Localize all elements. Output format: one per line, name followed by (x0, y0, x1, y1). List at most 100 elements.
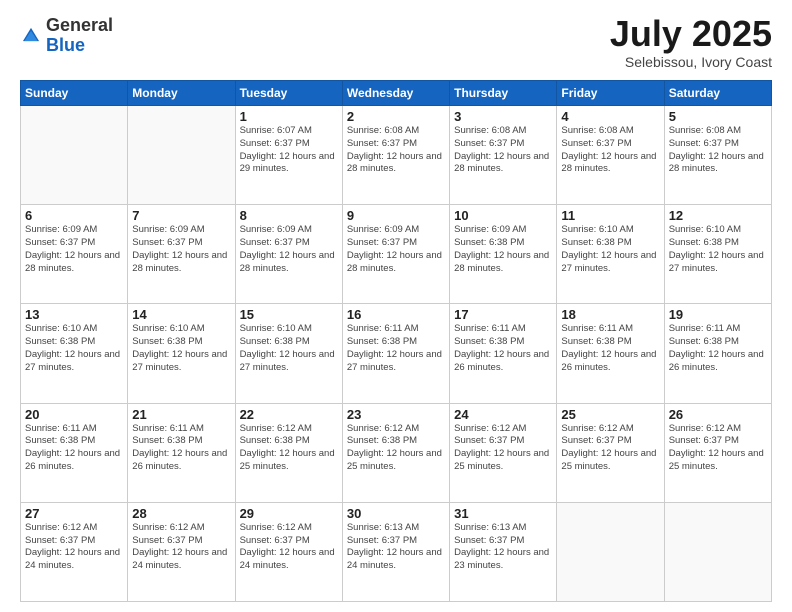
calendar-cell (128, 106, 235, 205)
calendar-cell: 15Sunrise: 6:10 AM Sunset: 6:38 PM Dayli… (235, 304, 342, 403)
day-info: Sunrise: 6:13 AM Sunset: 6:37 PM Dayligh… (347, 522, 445, 573)
day-info: Sunrise: 6:08 AM Sunset: 6:37 PM Dayligh… (454, 125, 552, 176)
day-number: 13 (25, 307, 123, 322)
day-header-tuesday: Tuesday (235, 81, 342, 106)
title-block: July 2025 Selebissou, Ivory Coast (610, 16, 772, 70)
header: General Blue July 2025 Selebissou, Ivory… (20, 16, 772, 70)
day-number: 27 (25, 506, 123, 521)
day-number: 2 (347, 109, 445, 124)
day-header-thursday: Thursday (450, 81, 557, 106)
logo-blue: Blue (46, 35, 85, 55)
calendar-cell: 16Sunrise: 6:11 AM Sunset: 6:38 PM Dayli… (342, 304, 449, 403)
day-number: 4 (561, 109, 659, 124)
day-info: Sunrise: 6:12 AM Sunset: 6:38 PM Dayligh… (240, 423, 338, 474)
day-number: 10 (454, 208, 552, 223)
day-info: Sunrise: 6:09 AM Sunset: 6:37 PM Dayligh… (132, 224, 230, 275)
day-number: 23 (347, 407, 445, 422)
logo-general: General (46, 15, 113, 35)
day-info: Sunrise: 6:09 AM Sunset: 6:37 PM Dayligh… (25, 224, 123, 275)
day-info: Sunrise: 6:08 AM Sunset: 6:37 PM Dayligh… (561, 125, 659, 176)
day-info: Sunrise: 6:12 AM Sunset: 6:37 PM Dayligh… (454, 423, 552, 474)
calendar-cell: 17Sunrise: 6:11 AM Sunset: 6:38 PM Dayli… (450, 304, 557, 403)
day-number: 17 (454, 307, 552, 322)
calendar-cell: 4Sunrise: 6:08 AM Sunset: 6:37 PM Daylig… (557, 106, 664, 205)
day-info: Sunrise: 6:11 AM Sunset: 6:38 PM Dayligh… (132, 423, 230, 474)
day-info: Sunrise: 6:11 AM Sunset: 6:38 PM Dayligh… (669, 323, 767, 374)
day-info: Sunrise: 6:09 AM Sunset: 6:38 PM Dayligh… (454, 224, 552, 275)
day-header-friday: Friday (557, 81, 664, 106)
day-number: 21 (132, 407, 230, 422)
day-info: Sunrise: 6:08 AM Sunset: 6:37 PM Dayligh… (669, 125, 767, 176)
calendar-cell: 5Sunrise: 6:08 AM Sunset: 6:37 PM Daylig… (664, 106, 771, 205)
day-number: 19 (669, 307, 767, 322)
calendar-cell: 1Sunrise: 6:07 AM Sunset: 6:37 PM Daylig… (235, 106, 342, 205)
calendar-cell: 24Sunrise: 6:12 AM Sunset: 6:37 PM Dayli… (450, 403, 557, 502)
calendar-cell (664, 502, 771, 601)
day-number: 3 (454, 109, 552, 124)
calendar-cell: 21Sunrise: 6:11 AM Sunset: 6:38 PM Dayli… (128, 403, 235, 502)
day-info: Sunrise: 6:09 AM Sunset: 6:37 PM Dayligh… (347, 224, 445, 275)
day-info: Sunrise: 6:11 AM Sunset: 6:38 PM Dayligh… (561, 323, 659, 374)
calendar-cell: 31Sunrise: 6:13 AM Sunset: 6:37 PM Dayli… (450, 502, 557, 601)
calendar-cell: 22Sunrise: 6:12 AM Sunset: 6:38 PM Dayli… (235, 403, 342, 502)
day-info: Sunrise: 6:10 AM Sunset: 6:38 PM Dayligh… (132, 323, 230, 374)
day-info: Sunrise: 6:10 AM Sunset: 6:38 PM Dayligh… (669, 224, 767, 275)
month-title: July 2025 (610, 16, 772, 52)
calendar-cell: 10Sunrise: 6:09 AM Sunset: 6:38 PM Dayli… (450, 205, 557, 304)
day-number: 22 (240, 407, 338, 422)
calendar-cell: 8Sunrise: 6:09 AM Sunset: 6:37 PM Daylig… (235, 205, 342, 304)
calendar-header-row: SundayMondayTuesdayWednesdayThursdayFrid… (21, 81, 772, 106)
location: Selebissou, Ivory Coast (610, 54, 772, 70)
calendar-cell: 30Sunrise: 6:13 AM Sunset: 6:37 PM Dayli… (342, 502, 449, 601)
day-number: 11 (561, 208, 659, 223)
calendar-table: SundayMondayTuesdayWednesdayThursdayFrid… (20, 80, 772, 602)
day-number: 29 (240, 506, 338, 521)
logo-text: General Blue (46, 16, 113, 56)
calendar-cell: 6Sunrise: 6:09 AM Sunset: 6:37 PM Daylig… (21, 205, 128, 304)
calendar-cell: 13Sunrise: 6:10 AM Sunset: 6:38 PM Dayli… (21, 304, 128, 403)
day-number: 31 (454, 506, 552, 521)
calendar-week-2: 6Sunrise: 6:09 AM Sunset: 6:37 PM Daylig… (21, 205, 772, 304)
day-number: 14 (132, 307, 230, 322)
day-header-monday: Monday (128, 81, 235, 106)
page: General Blue July 2025 Selebissou, Ivory… (0, 0, 792, 612)
day-info: Sunrise: 6:12 AM Sunset: 6:38 PM Dayligh… (347, 423, 445, 474)
day-info: Sunrise: 6:11 AM Sunset: 6:38 PM Dayligh… (347, 323, 445, 374)
day-number: 7 (132, 208, 230, 223)
day-info: Sunrise: 6:08 AM Sunset: 6:37 PM Dayligh… (347, 125, 445, 176)
day-info: Sunrise: 6:12 AM Sunset: 6:37 PM Dayligh… (132, 522, 230, 573)
day-info: Sunrise: 6:11 AM Sunset: 6:38 PM Dayligh… (25, 423, 123, 474)
calendar-cell: 7Sunrise: 6:09 AM Sunset: 6:37 PM Daylig… (128, 205, 235, 304)
day-info: Sunrise: 6:10 AM Sunset: 6:38 PM Dayligh… (240, 323, 338, 374)
calendar-cell: 18Sunrise: 6:11 AM Sunset: 6:38 PM Dayli… (557, 304, 664, 403)
day-info: Sunrise: 6:10 AM Sunset: 6:38 PM Dayligh… (561, 224, 659, 275)
day-number: 8 (240, 208, 338, 223)
calendar-cell: 9Sunrise: 6:09 AM Sunset: 6:37 PM Daylig… (342, 205, 449, 304)
logo-icon (20, 25, 42, 47)
day-number: 12 (669, 208, 767, 223)
day-info: Sunrise: 6:13 AM Sunset: 6:37 PM Dayligh… (454, 522, 552, 573)
calendar-cell: 26Sunrise: 6:12 AM Sunset: 6:37 PM Dayli… (664, 403, 771, 502)
calendar-cell: 2Sunrise: 6:08 AM Sunset: 6:37 PM Daylig… (342, 106, 449, 205)
day-info: Sunrise: 6:11 AM Sunset: 6:38 PM Dayligh… (454, 323, 552, 374)
day-number: 1 (240, 109, 338, 124)
day-header-wednesday: Wednesday (342, 81, 449, 106)
day-info: Sunrise: 6:07 AM Sunset: 6:37 PM Dayligh… (240, 125, 338, 176)
day-number: 30 (347, 506, 445, 521)
calendar-cell: 12Sunrise: 6:10 AM Sunset: 6:38 PM Dayli… (664, 205, 771, 304)
day-info: Sunrise: 6:10 AM Sunset: 6:38 PM Dayligh… (25, 323, 123, 374)
day-number: 5 (669, 109, 767, 124)
calendar-cell: 29Sunrise: 6:12 AM Sunset: 6:37 PM Dayli… (235, 502, 342, 601)
calendar-week-3: 13Sunrise: 6:10 AM Sunset: 6:38 PM Dayli… (21, 304, 772, 403)
day-number: 28 (132, 506, 230, 521)
day-number: 16 (347, 307, 445, 322)
day-number: 6 (25, 208, 123, 223)
day-number: 24 (454, 407, 552, 422)
calendar-week-4: 20Sunrise: 6:11 AM Sunset: 6:38 PM Dayli… (21, 403, 772, 502)
day-number: 18 (561, 307, 659, 322)
day-info: Sunrise: 6:12 AM Sunset: 6:37 PM Dayligh… (25, 522, 123, 573)
day-number: 20 (25, 407, 123, 422)
calendar-cell: 20Sunrise: 6:11 AM Sunset: 6:38 PM Dayli… (21, 403, 128, 502)
day-header-saturday: Saturday (664, 81, 771, 106)
calendar-cell: 23Sunrise: 6:12 AM Sunset: 6:38 PM Dayli… (342, 403, 449, 502)
